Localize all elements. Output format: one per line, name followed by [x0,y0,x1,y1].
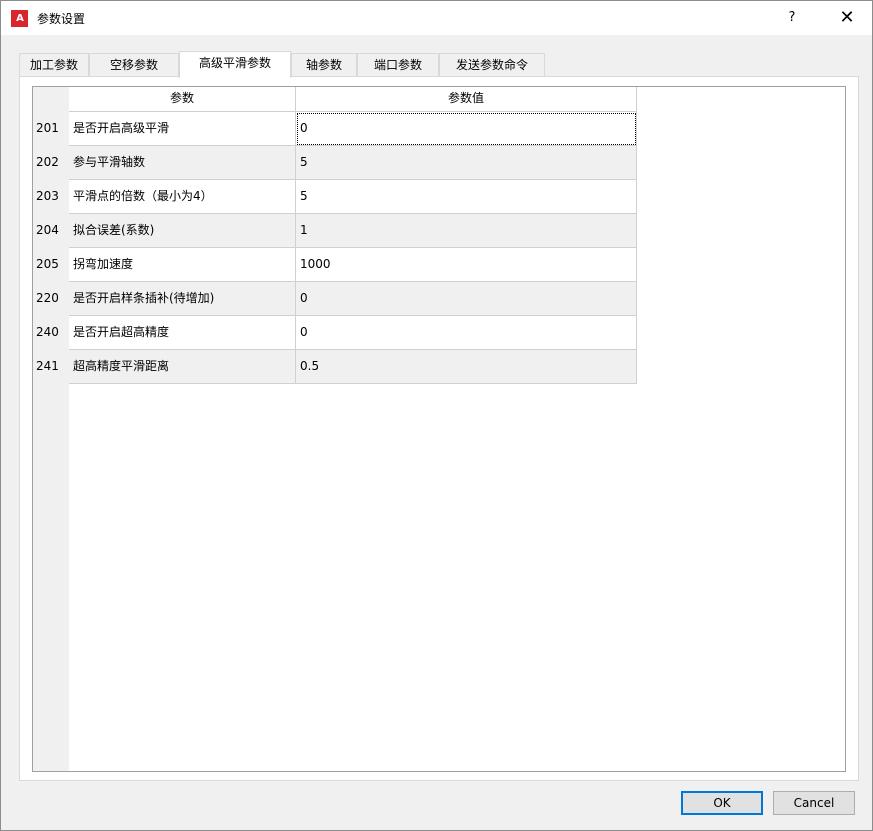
parameter-value-cell[interactable]: 0 [296,112,637,146]
ok-button[interactable]: OK [681,791,763,815]
tab-axis-params[interactable]: 轴参数 [291,53,357,77]
parameter-name-cell: 是否开启超高精度 [69,316,296,350]
app-logo-icon: A [11,10,28,27]
tab-rapid-move-params[interactable]: 空移参数 [89,53,179,77]
window-title: 参数设置 [37,12,86,26]
table-row[interactable]: 204 拟合误差(系数) 1 [33,214,637,248]
tab-panel-advanced-smoothing: 参数 参数值 201 是否开启高级平滑 0 202 参与平滑轴数 5 203 平… [19,76,859,781]
tab-send-param-command[interactable]: 发送参数命令 [439,53,545,77]
row-number: 205 [33,248,69,282]
parameter-value-cell[interactable]: 0 [296,282,637,316]
row-number: 202 [33,146,69,180]
parameter-value-cell[interactable]: 0.5 [296,350,637,384]
row-number: 204 [33,214,69,248]
parameter-name-cell: 参与平滑轴数 [69,146,296,180]
title-bar: A 参数设置 ? ✕ [1,1,872,35]
column-header-parameter[interactable]: 参数 [69,87,296,112]
parameter-value-cell[interactable]: 1 [296,214,637,248]
table-row[interactable]: 203 平滑点的倍数（最小为4） 5 [33,180,637,214]
table-row[interactable]: 220 是否开启样条插补(待增加) 0 [33,282,637,316]
row-number: 241 [33,350,69,384]
parameter-name-cell: 平滑点的倍数（最小为4） [69,180,296,214]
parameter-name-cell: 超高精度平滑距离 [69,350,296,384]
cancel-button[interactable]: Cancel [773,791,855,815]
help-button[interactable]: ? [775,1,809,35]
tab-port-params[interactable]: 端口参数 [357,53,439,77]
parameter-value-cell[interactable]: 5 [296,146,637,180]
parameter-grid: 参数 参数值 201 是否开启高级平滑 0 202 参与平滑轴数 5 203 平… [32,86,846,772]
column-header-value[interactable]: 参数值 [296,87,637,112]
tab-machining-params[interactable]: 加工参数 [19,53,89,77]
parameter-value-cell[interactable]: 5 [296,180,637,214]
table-row[interactable]: 201 是否开启高级平滑 0 [33,112,637,146]
table-row[interactable]: 240 是否开启超高精度 0 [33,316,637,350]
table-row[interactable]: 202 参与平滑轴数 5 [33,146,637,180]
tab-bar: 加工参数 空移参数 高级平滑参数 轴参数 端口参数 发送参数命令 [19,51,559,78]
parameter-name-cell: 拐弯加速度 [69,248,296,282]
parameter-name-cell: 是否开启高级平滑 [69,112,296,146]
parameter-value-cell[interactable]: 1000 [296,248,637,282]
parameter-settings-dialog: A 参数设置 ? ✕ 加工参数 空移参数 高级平滑参数 轴参数 端口参数 发送参… [0,0,873,831]
row-number: 203 [33,180,69,214]
table-row[interactable]: 205 拐弯加速度 1000 [33,248,637,282]
close-button[interactable]: ✕ [827,1,867,35]
parameter-name-cell: 是否开启样条插补(待增加) [69,282,296,316]
row-number: 201 [33,112,69,146]
parameter-value-cell[interactable]: 0 [296,316,637,350]
table-row[interactable]: 241 超高精度平滑距离 0.5 [33,350,637,384]
tab-advanced-smoothing-params[interactable]: 高级平滑参数 [179,51,291,78]
parameter-name-cell: 拟合误差(系数) [69,214,296,248]
row-number: 240 [33,316,69,350]
row-number: 220 [33,282,69,316]
